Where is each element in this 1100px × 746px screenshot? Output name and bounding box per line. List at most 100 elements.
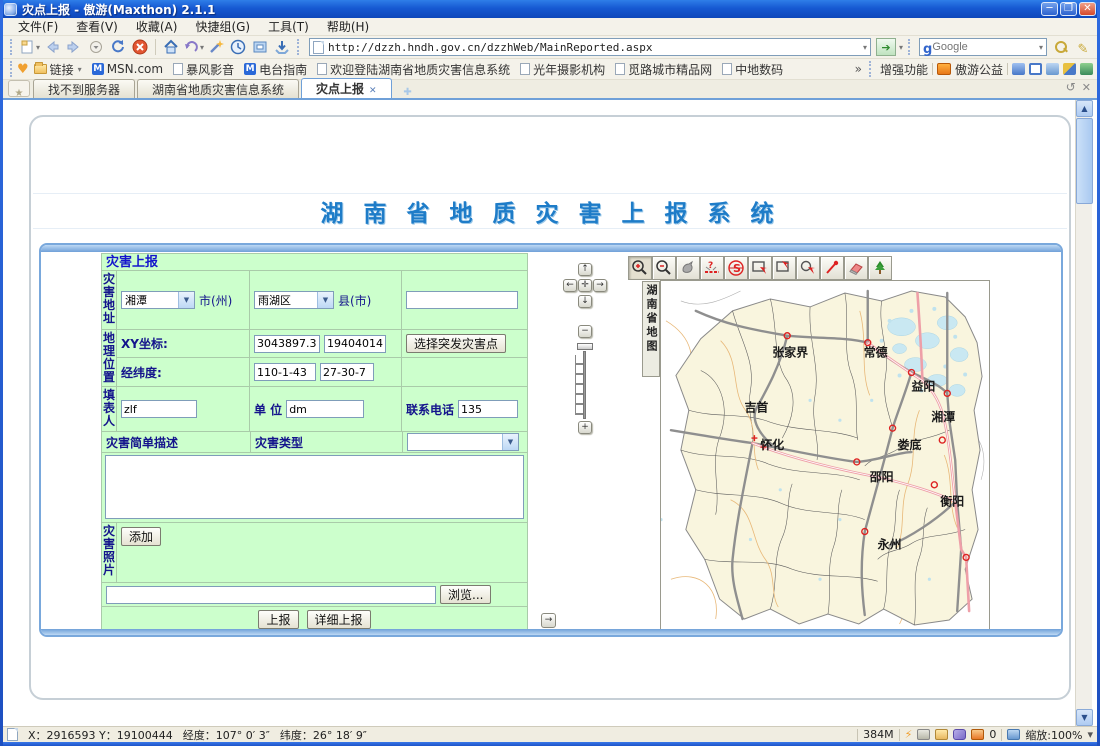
scrollbar-thumb[interactable] xyxy=(1076,118,1093,204)
county-select[interactable]: 雨湖区 xyxy=(254,291,334,309)
tab-close-icon[interactable] xyxy=(369,82,377,96)
bookmark-item[interactable]: 中地数码 xyxy=(717,61,788,78)
charity-link[interactable]: 傲游公益 xyxy=(955,61,1003,78)
address-caret-icon[interactable]: ▾ xyxy=(863,43,867,52)
pick-disaster-point-button[interactable]: 选择突发灾害点 xyxy=(406,334,506,353)
description-textarea[interactable] xyxy=(105,455,524,519)
phone-input[interactable] xyxy=(458,400,518,418)
zoom-caret-icon[interactable] xyxy=(1087,728,1093,741)
search-input[interactable] xyxy=(932,41,1038,53)
vertical-scrollbar[interactable]: ▲ ▼ xyxy=(1075,100,1092,726)
bookmarks-overflow-icon[interactable] xyxy=(855,62,862,76)
new-tab-caret-icon[interactable]: ▾ xyxy=(36,43,40,52)
latitude-input[interactable] xyxy=(320,363,374,381)
searchbar-grip[interactable] xyxy=(908,39,912,55)
menu-view[interactable]: 查看(V) xyxy=(67,18,127,36)
stop-button[interactable] xyxy=(130,37,150,57)
map-tool-zoom-in[interactable] xyxy=(628,256,652,280)
bookmark-item[interactable]: 暴风影音 xyxy=(168,61,239,78)
bookmark-item[interactable]: 欢迎登陆湖南省地质灾害信息系统 xyxy=(312,61,515,78)
bookmarks-grip[interactable] xyxy=(10,61,14,77)
close-button[interactable]: ✕ xyxy=(1079,2,1096,16)
map-tool-sql-query[interactable]: S xyxy=(724,256,748,280)
map-canvas[interactable]: 张家界常德益阳湘潭吉首怀化娄底邵阳衡阳永州 xyxy=(660,280,990,630)
download-button[interactable] xyxy=(272,37,292,57)
go-button[interactable] xyxy=(876,38,896,56)
pan-down-button[interactable]: ↓ xyxy=(578,295,592,308)
collapse-panel-button[interactable] xyxy=(541,613,556,628)
zoom-level[interactable]: 缩放:100% xyxy=(1025,727,1082,743)
capture-button[interactable] xyxy=(250,37,270,57)
map-tool-full-extent[interactable] xyxy=(868,256,892,280)
toolbar-grip[interactable] xyxy=(10,39,14,55)
layout-icon[interactable] xyxy=(1007,729,1020,740)
undo-caret-icon[interactable]: ▾ xyxy=(200,43,204,52)
disaster-type-select[interactable] xyxy=(407,433,519,451)
tab-list-button[interactable] xyxy=(8,80,30,97)
menu-favorites[interactable]: 收藏(A) xyxy=(127,18,187,36)
map-tool-eraser[interactable] xyxy=(844,256,868,280)
magic-fill-button[interactable] xyxy=(206,37,226,57)
history-button[interactable] xyxy=(228,37,248,57)
address-detail-input[interactable] xyxy=(406,291,518,309)
chevron-down-icon[interactable] xyxy=(178,292,194,308)
browse-button[interactable]: 浏览... xyxy=(440,585,491,604)
map-tool-pan[interactable] xyxy=(676,256,700,280)
pan-left-button[interactable]: ← xyxy=(563,279,577,292)
menu-groups[interactable]: 快捷组(G) xyxy=(186,18,259,36)
popup-blocker-icon[interactable] xyxy=(971,729,984,740)
map-tool-zoom-out[interactable] xyxy=(652,256,676,280)
new-tab-plus-button[interactable] xyxy=(398,80,418,96)
scroll-down-arrow[interactable]: ▼ xyxy=(1076,709,1093,726)
add-photo-button[interactable]: 添加 xyxy=(121,527,161,546)
pan-right-button[interactable]: → xyxy=(593,279,607,292)
maximize-button[interactable]: ❐ xyxy=(1060,2,1077,16)
new-tab-button[interactable]: ▾ xyxy=(19,37,40,57)
bookmark-folder-links[interactable]: 链接 ▾ xyxy=(29,61,87,78)
zoom-slider-track[interactable] xyxy=(583,351,586,419)
window-mode-icon[interactable] xyxy=(1029,63,1042,75)
search-caret-icon[interactable]: ▾ xyxy=(1039,43,1043,52)
plugins-grip[interactable] xyxy=(869,61,873,77)
tab-disaster-report[interactable]: 灾点上报 xyxy=(301,78,392,98)
scroll-up-arrow[interactable]: ▲ xyxy=(1076,100,1093,117)
menu-tools[interactable]: 工具(T) xyxy=(259,18,318,36)
map-tool-select-rect[interactable] xyxy=(748,256,772,280)
notes-icon[interactable] xyxy=(1046,63,1059,75)
zoom-out-step-button[interactable]: − xyxy=(578,325,592,338)
menu-help[interactable]: 帮助(H) xyxy=(318,18,378,36)
tab-hunan-geohazard-info[interactable]: 湖南省地质灾害信息系统 xyxy=(137,79,299,98)
x-coordinate-input[interactable] xyxy=(254,335,320,353)
refresh-button[interactable] xyxy=(108,37,128,57)
map-tool-measure[interactable]: ? xyxy=(700,256,724,280)
tab-server-not-found[interactable]: 找不到服务器 xyxy=(33,79,135,98)
forward-button[interactable] xyxy=(64,37,84,57)
pan-up-button[interactable]: ↑ xyxy=(578,263,592,276)
bookmark-item[interactable]: MSN.com xyxy=(87,62,168,76)
favorites-icon[interactable] xyxy=(17,62,29,77)
map-tool-unselect-rect[interactable] xyxy=(772,256,796,280)
chevron-down-icon[interactable] xyxy=(502,434,518,450)
address-bar[interactable]: ▾ xyxy=(309,38,871,56)
menu-file[interactable]: 文件(F) xyxy=(9,18,67,36)
home-button[interactable] xyxy=(161,37,181,57)
history-dropdown-button[interactable] xyxy=(86,37,106,57)
go-caret-icon[interactable]: ▾ xyxy=(899,43,903,52)
city-select[interactable]: 湘潭 xyxy=(121,291,195,309)
bookmark-item[interactable]: 光年摄影机构 xyxy=(515,61,610,78)
windows-icon[interactable] xyxy=(917,729,930,740)
highlight-button[interactable] xyxy=(1073,37,1093,57)
pan-center-button[interactable]: ✛ xyxy=(578,279,592,292)
plugin-icon[interactable] xyxy=(953,729,966,740)
map-tool-add-point[interactable] xyxy=(820,256,844,280)
close-tab-icon[interactable] xyxy=(1082,76,1091,95)
y-coordinate-input[interactable] xyxy=(324,335,386,353)
address-input[interactable] xyxy=(328,41,862,54)
longitude-input[interactable] xyxy=(254,363,316,381)
reporter-name-input[interactable] xyxy=(121,400,197,418)
proxy-icon[interactable] xyxy=(1012,63,1025,75)
maxthon-charity-icon[interactable] xyxy=(937,63,951,75)
addressbar-grip[interactable] xyxy=(297,39,301,55)
reopen-tab-icon[interactable] xyxy=(1066,76,1076,95)
map-tool-select-circle[interactable] xyxy=(796,256,820,280)
